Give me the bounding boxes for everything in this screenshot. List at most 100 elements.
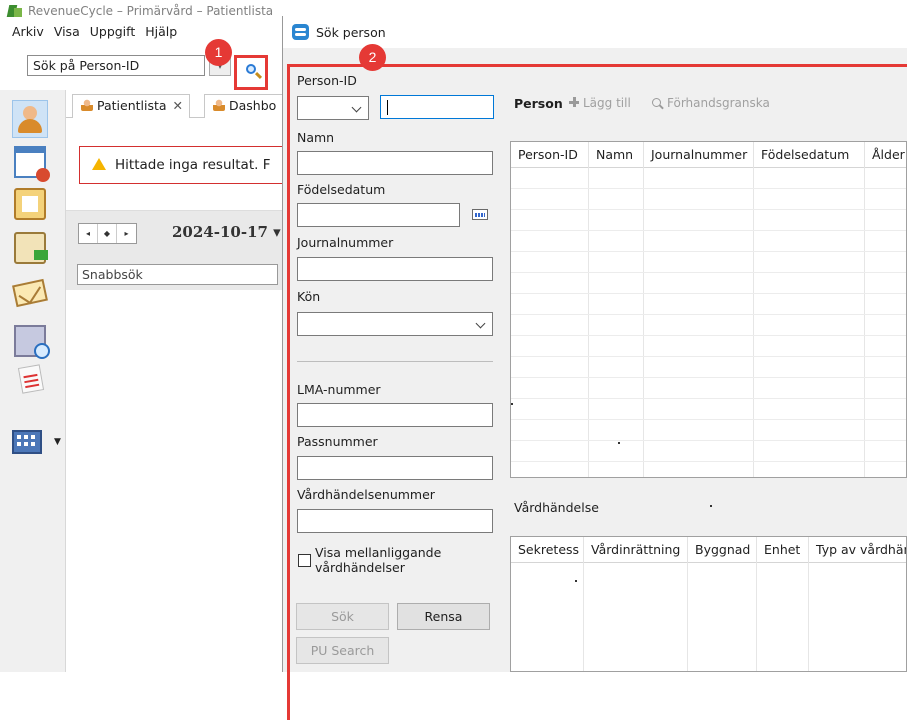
column-unit[interactable]: Enhet: [757, 537, 809, 563]
show-intermediate-checkbox[interactable]: [298, 554, 311, 567]
next-day-button[interactable]: ▸: [117, 224, 136, 243]
date-toolbar: ◂ ◆ ▸ 2024-10-17 ▾ Snabbsök: [66, 210, 286, 290]
add-person-button[interactable]: Lägg till: [569, 96, 631, 110]
app-title-bar: RevenueCycle – Primärvård – Patientlista: [0, 0, 300, 22]
gender-label: Kön: [297, 289, 321, 304]
alert-text: Hittade inga resultat. F: [115, 157, 271, 173]
warning-icon: [92, 158, 106, 170]
tab-dashboard[interactable]: Dashbo: [204, 94, 284, 118]
grid-row-line: [511, 251, 906, 252]
stray-pixel: [511, 403, 513, 405]
column-person-id[interactable]: Person-ID: [511, 142, 589, 168]
preview-button[interactable]: Förhandsgranska: [652, 96, 770, 110]
window-title: RevenueCycle – Primärvård – Patientlista: [28, 4, 274, 18]
grid-row-line: [511, 209, 906, 210]
search-person-button[interactable]: [234, 55, 268, 90]
grid-column-line: [808, 563, 809, 671]
journal-label: Journalnummer: [297, 235, 394, 250]
grid-row-line: [511, 272, 906, 273]
pu-search-button[interactable]: PU Search: [296, 637, 389, 664]
birthdate-label: Födelsedatum: [297, 182, 386, 197]
calendar-clock-icon[interactable]: [14, 146, 50, 182]
care-event-grid[interactable]: Sekretess Vårdinrättning Byggnad Enhet T…: [510, 536, 907, 672]
grid-row-line: [511, 398, 906, 399]
building-search-icon[interactable]: [14, 325, 50, 359]
note-icon[interactable]: [17, 364, 45, 394]
clipboard-icon[interactable]: [14, 188, 46, 220]
menu-arkiv[interactable]: Arkiv: [12, 24, 44, 39]
name-input[interactable]: [297, 151, 493, 175]
grid-column-line: [756, 563, 757, 671]
person-id-label: Person-ID: [297, 73, 357, 88]
passport-label: Passnummer: [297, 434, 378, 449]
grid-row-line: [511, 377, 906, 378]
care-event-number-label: Vårdhändelsenummer: [297, 487, 435, 502]
gender-select[interactable]: [297, 312, 493, 336]
grid-row-line: [511, 419, 906, 420]
chevron-down-icon[interactable]: ▼: [54, 437, 61, 447]
today-button[interactable]: ◆: [98, 224, 117, 243]
grid-row-line: [511, 461, 906, 462]
lma-label: LMA-nummer: [297, 382, 381, 397]
grid-column-line: [687, 563, 688, 671]
clear-button[interactable]: Rensa: [397, 603, 490, 630]
user-search-icon[interactable]: [14, 103, 46, 135]
grid-row-line: [511, 440, 906, 441]
care-event-panel-title: Vårdhändelse: [514, 500, 599, 515]
calendar-icon[interactable]: [472, 209, 488, 220]
grid-column-line: [753, 168, 754, 477]
column-secrecy[interactable]: Sekretess: [511, 537, 584, 563]
date-navigation: ◂ ◆ ▸: [78, 223, 137, 244]
previous-day-button[interactable]: ◂: [79, 224, 98, 243]
mail-icon[interactable]: [12, 278, 48, 308]
grid-column-line: [583, 563, 584, 671]
person-grid-header: Person-ID Namn Journalnummer Födelsedatu…: [511, 142, 906, 168]
stray-pixel: [618, 442, 620, 444]
grid-row-line: [511, 188, 906, 189]
column-birthdate[interactable]: Födelsedatum: [754, 142, 865, 168]
quick-search-input[interactable]: Snabbsök: [77, 264, 278, 285]
search-button[interactable]: Sök: [296, 603, 389, 630]
paste-icon[interactable]: [14, 232, 48, 264]
grid-row-line: [511, 335, 906, 336]
column-name[interactable]: Namn: [589, 142, 644, 168]
show-intermediate-label[interactable]: Visa mellanliggande vårdhändelser: [315, 545, 465, 575]
stray-pixel: [575, 580, 577, 582]
current-date[interactable]: 2024-10-17 ▾: [172, 223, 281, 241]
tab-label: Patientlista: [97, 98, 167, 113]
column-care-facility[interactable]: Vårdinrättning: [584, 537, 688, 563]
passport-number-input[interactable]: [297, 456, 493, 480]
column-age[interactable]: Ålder: [865, 142, 906, 168]
menu-hjalp[interactable]: Hjälp: [145, 24, 177, 39]
journal-number-input[interactable]: [297, 257, 493, 281]
sidebar: ▼: [0, 90, 66, 672]
person-id-type-select[interactable]: [297, 96, 369, 120]
tab-patientlista[interactable]: Patientlista ✕: [72, 94, 191, 118]
text-caret: [387, 100, 388, 115]
close-icon[interactable]: ✕: [173, 98, 183, 113]
preview-label: Förhandsgranska: [667, 96, 770, 110]
tab-strip: Patientlista ✕ Dashbo: [66, 90, 286, 118]
person-id-search-input[interactable]: Sök på Person-ID: [27, 55, 205, 76]
building-grid-icon[interactable]: [12, 430, 42, 454]
care-event-number-input[interactable]: [297, 509, 493, 533]
birthdate-input[interactable]: [297, 203, 460, 227]
date-value: 2024-10-17: [172, 223, 268, 241]
column-care-type[interactable]: Typ av vårdhän: [809, 537, 906, 563]
menu-uppgift[interactable]: Uppgift: [90, 24, 136, 39]
lma-number-input[interactable]: [297, 403, 493, 427]
no-results-alert: Hittade inga resultat. F: [79, 146, 309, 184]
menu-visa[interactable]: Visa: [54, 24, 80, 39]
patient-icon: [81, 99, 93, 111]
dialog-app-icon: [292, 24, 309, 40]
person-id-input[interactable]: [380, 95, 494, 119]
dashboard-icon: [213, 99, 225, 111]
grid-column-line: [588, 168, 589, 477]
preview-search-icon: [652, 98, 661, 107]
dialog-title: Sök person: [316, 24, 386, 40]
person-results-grid[interactable]: Person-ID Namn Journalnummer Födelsedatu…: [510, 141, 907, 478]
grid-column-line: [643, 168, 644, 477]
column-journal-number[interactable]: Journalnummer: [644, 142, 754, 168]
column-building[interactable]: Byggnad: [688, 537, 757, 563]
grid-row-line: [511, 314, 906, 315]
